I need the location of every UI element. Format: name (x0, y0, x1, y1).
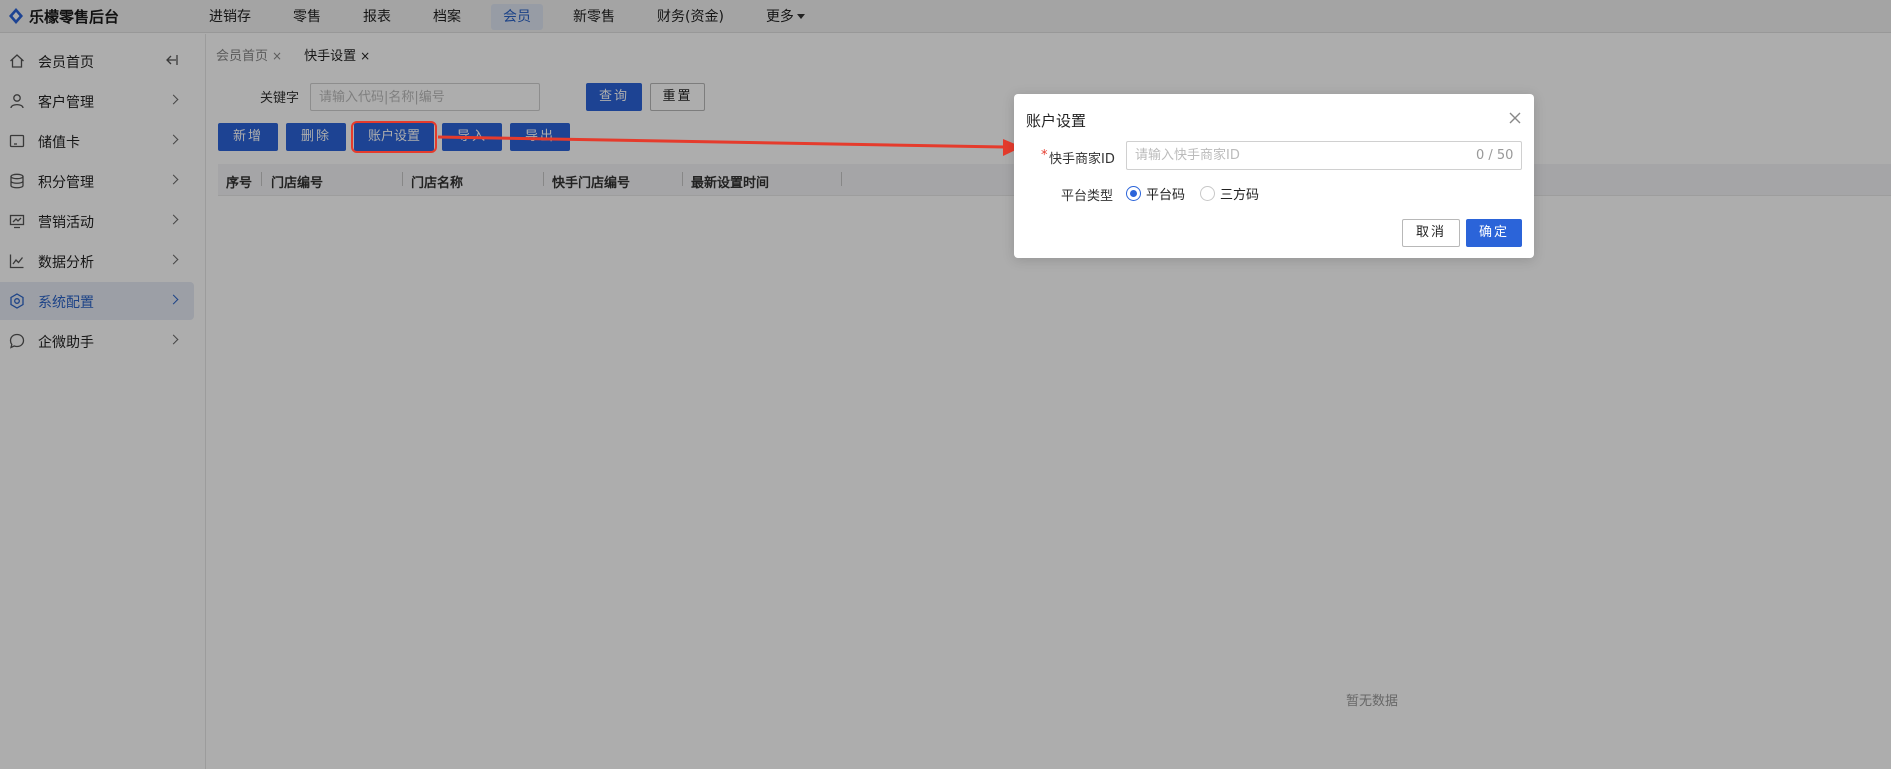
platform-type-label: 平台类型 (1061, 189, 1114, 204)
radio-unchecked-icon (1200, 185, 1215, 201)
required-mark: * (1041, 148, 1048, 163)
radio-third-party-code[interactable]: 三方码 (1200, 184, 1260, 203)
merchant-id-char-count: 0 / 50 (1476, 148, 1514, 163)
radio-label: 平台码 (1146, 187, 1186, 203)
merchant-id-input[interactable] (1126, 141, 1522, 170)
account-settings-dialog: 账户设置 * 快手商家ID 0 / 50 平台类型 平台码 三方码 取消 确定 (1014, 94, 1534, 258)
radio-checked-icon (1126, 185, 1141, 201)
close-icon[interactable] (1507, 110, 1523, 126)
radio-label: 三方码 (1220, 187, 1260, 203)
dialog-title: 账户设置 (1026, 112, 1087, 130)
confirm-button[interactable]: 确定 (1466, 219, 1522, 247)
annotation-highlight-box (351, 121, 437, 153)
modal-mask[interactable] (0, 0, 1891, 769)
radio-platform-code[interactable]: 平台码 (1126, 184, 1186, 203)
merchant-id-label: 快手商家ID (1049, 152, 1115, 167)
cancel-button[interactable]: 取消 (1402, 219, 1460, 247)
